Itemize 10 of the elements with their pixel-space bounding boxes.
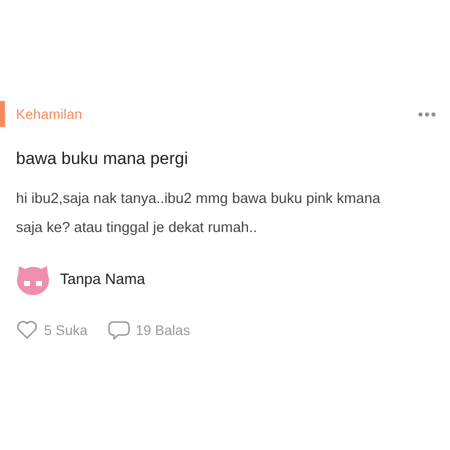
author-name[interactable]: Tanpa Nama <box>60 270 146 288</box>
post-title: bawa buku mana pergi <box>15 148 190 169</box>
comment-icon <box>108 319 130 341</box>
heart-icon <box>16 320 38 340</box>
like-button[interactable]: 5 Suka <box>16 319 88 341</box>
avatar-icon <box>16 263 50 295</box>
post-body: hi ibu2,saja nak tanya..ibu2 mmg bawa buku pink kmana saja ke? atau tinggal je dekat rumah.. <box>15 190 382 238</box>
category-tag[interactable]: Kehamilan <box>5 106 82 122</box>
reply-button[interactable]: 19 Balas <box>108 319 190 341</box>
more-icon[interactable] <box>418 112 436 116</box>
